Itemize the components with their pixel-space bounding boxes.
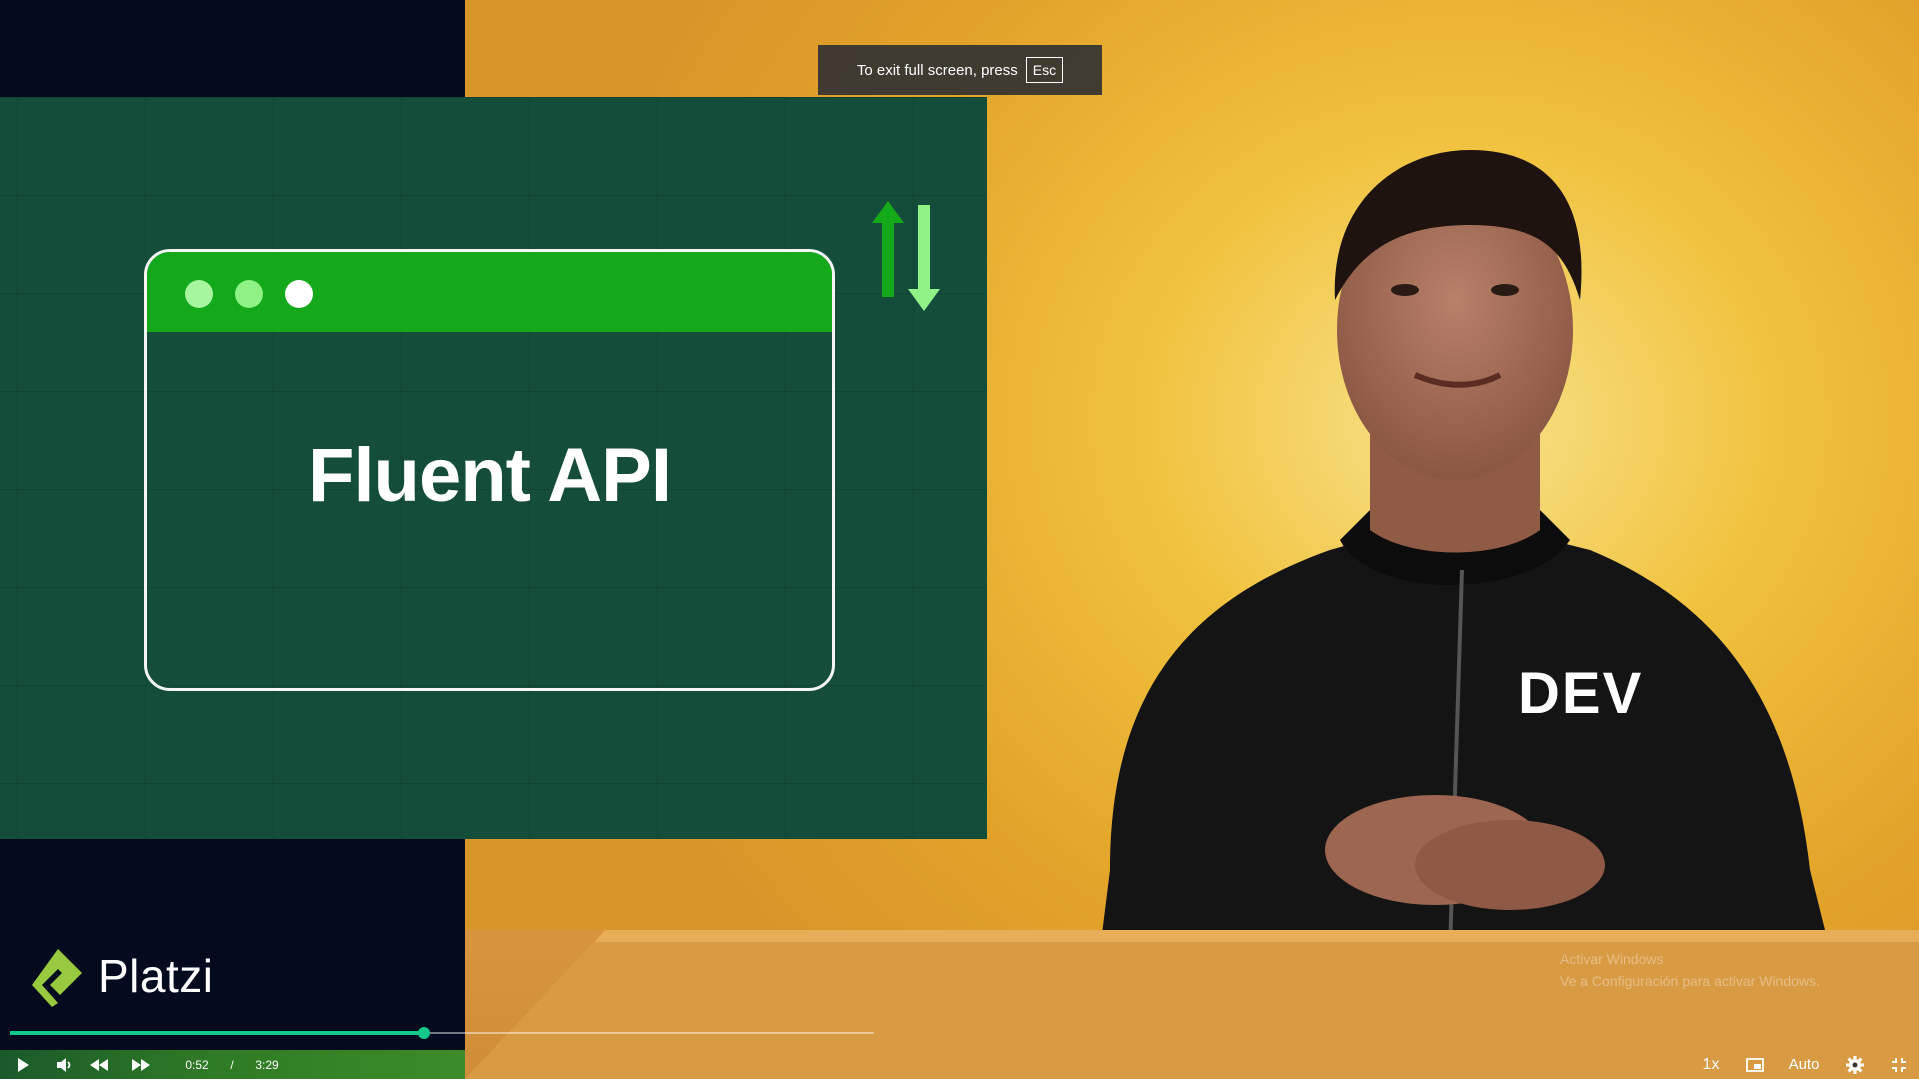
picture-in-picture-button[interactable] xyxy=(1740,1050,1770,1079)
forward-icon xyxy=(132,1058,150,1071)
shirt-print: DEV xyxy=(1518,661,1644,726)
time-separator: / xyxy=(230,1057,234,1072)
platzi-logo-icon xyxy=(32,949,82,1007)
brand-name: Platzi xyxy=(98,950,214,1002)
window-title-bar xyxy=(147,252,832,332)
player-controls: 0:52 / 3:29 1x Auto xyxy=(0,1050,1919,1079)
rewind-button[interactable] xyxy=(84,1050,114,1079)
presenter-figure xyxy=(1100,150,1830,950)
toast-text: To exit full screen, press xyxy=(856,61,1018,79)
current-time: 0:52 xyxy=(185,1057,209,1072)
transfer-arrows-icon xyxy=(872,201,940,311)
window-dot-icon xyxy=(285,280,313,308)
window-dot-icon xyxy=(185,280,213,308)
window-dot-icon xyxy=(235,280,263,308)
video-player[interactable]: DEV Fluent API Platzi Activar Windows Ve… xyxy=(0,0,1919,1079)
windows-activation-watermark: Activar Windows Ve a Configuración para … xyxy=(1560,948,1820,992)
watermark-line: Ve a Configuración para activar Windows. xyxy=(1560,973,1820,989)
exit-fullscreen-button[interactable] xyxy=(1884,1050,1914,1079)
gear-icon xyxy=(1846,1055,1864,1074)
play-button[interactable] xyxy=(8,1050,38,1079)
platzi-logo: Platzi xyxy=(30,944,213,1008)
volume-icon xyxy=(57,1057,71,1072)
progress-scrubber[interactable] xyxy=(418,1027,430,1039)
slide: Fluent API xyxy=(0,97,987,839)
speed-button[interactable]: 1x xyxy=(1696,1050,1726,1079)
progress-bar[interactable] xyxy=(10,1027,1045,1039)
slide-title: Fluent API xyxy=(308,433,672,518)
rewind-icon xyxy=(90,1058,108,1071)
browser-window-illustration: Fluent API xyxy=(144,249,835,691)
quality-button[interactable]: Auto xyxy=(1784,1050,1824,1079)
settings-button[interactable] xyxy=(1840,1050,1870,1079)
forward-button[interactable] xyxy=(126,1050,156,1079)
progress-played xyxy=(10,1031,424,1035)
picture-in-picture-icon xyxy=(1746,1057,1764,1072)
fullscreen-toast: To exit full screen, press Esc xyxy=(818,45,1102,95)
watermark-line: Activar Windows xyxy=(1560,951,1664,967)
duration: 3:29 xyxy=(255,1057,279,1072)
volume-button[interactable] xyxy=(50,1050,80,1079)
exit-fullscreen-icon xyxy=(1892,1057,1906,1072)
play-icon xyxy=(18,1057,29,1072)
toast-key: Esc xyxy=(1025,57,1064,83)
